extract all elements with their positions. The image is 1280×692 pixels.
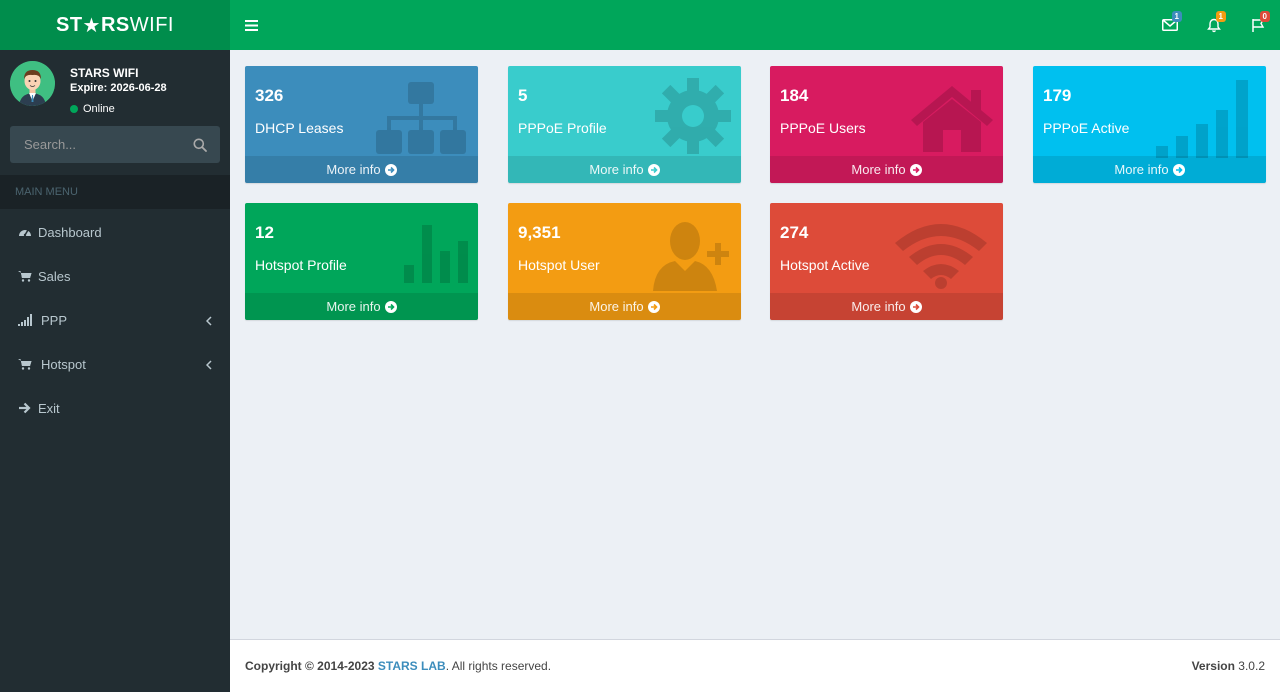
user-plus-icon [651, 219, 731, 296]
brand-logo[interactable]: ST ★ RS WIFI [0, 0, 230, 50]
home-icon [909, 82, 995, 159]
online-status-icon [70, 105, 78, 113]
sidebar-menu: Dashboard Sales PPP Hotspot Exit [0, 210, 230, 430]
more-info-label: More info [589, 162, 644, 177]
sidebar-item-dashboard[interactable]: Dashboard [0, 210, 230, 254]
copyright: Copyright © 2014-2023 STARS LAB. All rig… [245, 659, 551, 673]
sidebar-item-label: Dashboard [38, 224, 102, 240]
tasks-button[interactable]: 0 [1236, 0, 1280, 50]
gear-icon [653, 76, 733, 161]
wifi-icon [891, 217, 991, 294]
company-link[interactable]: STARS LAB [378, 659, 446, 673]
circle-arrow-right-icon [909, 163, 922, 176]
circle-arrow-right-icon [1172, 163, 1185, 176]
sitemap-icon [374, 78, 470, 163]
brand-text-3: WIFI [129, 13, 174, 36]
more-info-label: More info [851, 299, 906, 314]
messages-badge: 1 [1171, 11, 1182, 22]
messages-button[interactable]: 1 [1148, 0, 1192, 50]
sidebar-item-exit[interactable]: Exit [0, 386, 230, 430]
stat-box-hotspot-active: 274 Hotspot Active More info [770, 203, 1003, 320]
version-number: 3.0.2 [1238, 659, 1265, 673]
sidebar-item-ppp[interactable]: PPP [0, 298, 230, 342]
brand-text-1: ST [55, 13, 83, 36]
main-content: 326 DHCP Leases More info 5 PPPoE Profil… [230, 50, 1280, 639]
sidebar-item-label: PPP [41, 312, 68, 328]
sidebar-item-label: Hotspot [41, 356, 86, 372]
circle-arrow-right-icon [909, 300, 922, 313]
bar-chart-icon [404, 225, 468, 288]
sidebar: STARS WIFI Expire: 2026-06-28 Online MAI… [0, 50, 230, 692]
circle-arrow-right-icon [384, 163, 397, 176]
user-expire: Expire: 2026-06-28 [70, 82, 167, 94]
circle-arrow-right-icon [647, 163, 660, 176]
user-panel: STARS WIFI Expire: 2026-06-28 Online [0, 50, 230, 122]
more-info-label: More info [326, 299, 381, 314]
more-info-link[interactable]: More info [770, 293, 1003, 320]
more-info-link[interactable]: More info [770, 156, 1003, 183]
search-input[interactable] [10, 137, 180, 152]
stat-box-pppoe-profile: 5 PPPoE Profile More info [508, 66, 741, 183]
notifications-badge: 1 [1215, 11, 1226, 22]
rights-text: . All rights reserved. [445, 659, 552, 673]
sidebar-toggle-button[interactable] [230, 0, 272, 50]
version-info: Version 3.0.2 [1192, 659, 1265, 673]
sidebar-search [10, 126, 220, 163]
more-info-label: More info [326, 162, 381, 177]
more-info-link[interactable]: More info [245, 293, 478, 320]
chevron-left-icon [205, 314, 212, 329]
more-info-link[interactable]: More info [508, 156, 741, 183]
stat-box-pppoe-users: 184 PPPoE Users More info [770, 66, 1003, 183]
circle-arrow-right-icon [384, 300, 397, 313]
arrow-right-icon [18, 402, 38, 414]
hamburger-icon [244, 19, 258, 31]
sidebar-item-label: Sales [38, 268, 71, 284]
signal-icon [18, 314, 38, 326]
user-status-label: Online [83, 103, 115, 115]
user-name: STARS WIFI [70, 66, 139, 80]
search-button[interactable] [180, 126, 220, 163]
user-status[interactable]: Online [70, 103, 167, 115]
more-info-label: More info [851, 162, 906, 177]
avatar [10, 61, 55, 106]
more-info-label: More info [1114, 162, 1169, 177]
notifications-button[interactable]: 1 [1192, 0, 1236, 50]
brand-star: ★ [82, 14, 101, 37]
version-label: Version [1191, 659, 1235, 673]
stat-box-hotspot-user: 9,351 Hotspot User More info [508, 203, 741, 320]
cart-icon [18, 358, 38, 370]
stat-box-hotspot-profile: 12 Hotspot Profile More info [245, 203, 478, 320]
dashboard-icon [18, 226, 38, 238]
cart-icon [18, 270, 38, 282]
signal-bars-icon [1156, 80, 1256, 163]
navbar-right: 1 1 0 [1148, 0, 1280, 50]
copyright-text: Copyright © 2014-2023 [245, 659, 375, 673]
top-navbar: 1 1 0 [230, 0, 1280, 50]
more-info-link[interactable]: More info [245, 156, 478, 183]
more-info-link[interactable]: More info [508, 293, 741, 320]
stat-box-dhcp-leases: 326 DHCP Leases More info [245, 66, 478, 183]
stat-box-pppoe-active: 179 PPPoE Active More info [1033, 66, 1266, 183]
sidebar-item-label: Exit [38, 400, 60, 416]
circle-arrow-right-icon [647, 300, 660, 313]
more-info-link[interactable]: More info [1033, 156, 1266, 183]
sidebar-item-hotspot[interactable]: Hotspot [0, 342, 230, 386]
user-info: STARS WIFI Expire: 2026-06-28 Online [70, 66, 167, 115]
tasks-badge: 0 [1259, 11, 1270, 22]
brand-text-2: RS [100, 13, 130, 36]
sidebar-item-sales[interactable]: Sales [0, 254, 230, 298]
more-info-label: More info [589, 299, 644, 314]
page-footer: Copyright © 2014-2023 STARS LAB. All rig… [230, 639, 1280, 692]
chevron-left-icon [205, 358, 212, 373]
main-menu-header: MAIN MENU [0, 175, 230, 209]
search-icon [193, 138, 207, 152]
